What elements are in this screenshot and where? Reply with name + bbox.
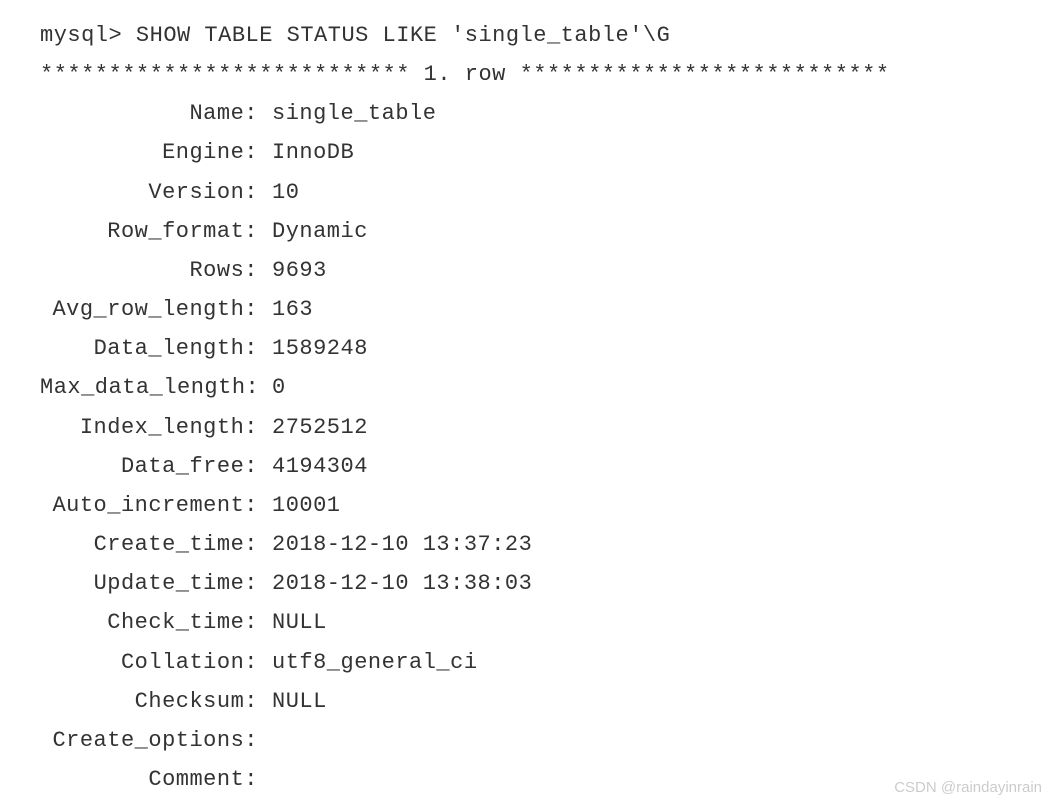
field-value: 163	[258, 290, 313, 329]
field-max-data-length: Max_data_length: 0	[40, 368, 1028, 407]
field-label: Create_time:	[40, 525, 258, 564]
field-value: 4194304	[258, 447, 368, 486]
field-value: 10001	[258, 486, 341, 525]
mysql-command: mysql> SHOW TABLE STATUS LIKE 'single_ta…	[40, 16, 1028, 55]
field-data-length: Data_length: 1589248	[40, 329, 1028, 368]
field-value: 2018-12-10 13:37:23	[258, 525, 532, 564]
field-label: Avg_row_length:	[40, 290, 258, 329]
field-value: NULL	[258, 682, 327, 721]
field-label: Version:	[40, 173, 258, 212]
row-divider: *************************** 1. row *****…	[40, 55, 1028, 94]
field-value: single_table	[258, 94, 436, 133]
field-collation: Collation: utf8_general_ci	[40, 643, 1028, 682]
field-label: Data_length:	[40, 329, 258, 368]
field-value: Dynamic	[258, 212, 368, 251]
watermark: CSDN @raindayinrain	[894, 775, 1042, 802]
field-update-time: Update_time: 2018-12-10 13:38:03	[40, 564, 1028, 603]
field-label: Create_options:	[40, 721, 258, 760]
field-data-free: Data_free: 4194304	[40, 447, 1028, 486]
field-rows: Rows: 9693	[40, 251, 1028, 290]
field-label: Comment:	[40, 760, 258, 799]
field-auto-increment: Auto_increment: 10001	[40, 486, 1028, 525]
field-label: Collation:	[40, 643, 258, 682]
field-label: Row_format:	[40, 212, 258, 251]
field-value: 2752512	[258, 408, 368, 447]
field-label: Auto_increment:	[40, 486, 258, 525]
field-label: Checksum:	[40, 682, 258, 721]
field-label: Data_free:	[40, 447, 258, 486]
field-value	[258, 760, 272, 799]
field-value	[258, 721, 272, 760]
field-check-time: Check_time: NULL	[40, 603, 1028, 642]
field-value: InnoDB	[258, 133, 354, 172]
field-label: Max_data_length:	[40, 368, 258, 407]
field-label: Index_length:	[40, 408, 258, 447]
field-label: Rows:	[40, 251, 258, 290]
field-engine: Engine: InnoDB	[40, 133, 1028, 172]
field-value: NULL	[258, 603, 327, 642]
field-version: Version: 10	[40, 173, 1028, 212]
field-comment: Comment:	[40, 760, 1028, 799]
field-value: 0	[258, 368, 286, 407]
field-row-format: Row_format: Dynamic	[40, 212, 1028, 251]
field-index-length: Index_length: 2752512	[40, 408, 1028, 447]
field-value: 9693	[258, 251, 327, 290]
field-label: Name:	[40, 94, 258, 133]
field-value: 10	[258, 173, 299, 212]
field-create-options: Create_options:	[40, 721, 1028, 760]
field-checksum: Checksum: NULL	[40, 682, 1028, 721]
field-label: Check_time:	[40, 603, 258, 642]
field-value: 2018-12-10 13:38:03	[258, 564, 532, 603]
field-name: Name: single_table	[40, 94, 1028, 133]
field-avg-row-length: Avg_row_length: 163	[40, 290, 1028, 329]
field-value: 1589248	[258, 329, 368, 368]
field-value: utf8_general_ci	[258, 643, 478, 682]
field-create-time: Create_time: 2018-12-10 13:37:23	[40, 525, 1028, 564]
field-label: Engine:	[40, 133, 258, 172]
field-label: Update_time:	[40, 564, 258, 603]
